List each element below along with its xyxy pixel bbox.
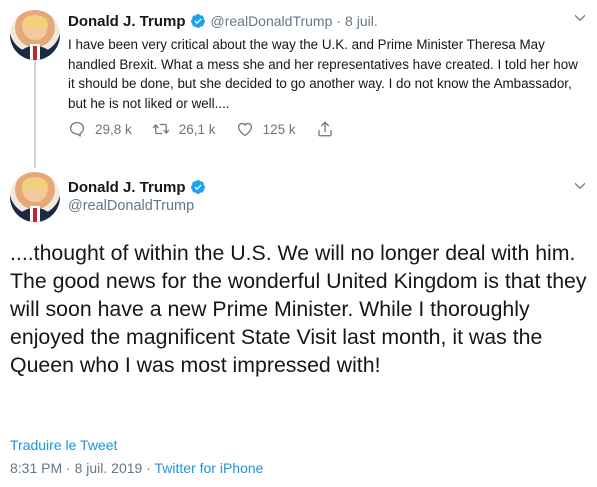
chevron-down-icon[interactable]	[573, 179, 587, 193]
thread-connector-line	[34, 60, 36, 168]
tweet-timestamp[interactable]: 8:31 PM · 8 juil. 2019	[10, 460, 142, 476]
verified-badge-icon	[190, 14, 205, 28]
retweet-count: 26,1 k	[178, 121, 216, 137]
separator-dot: ·	[142, 460, 155, 476]
tweet-header: Donald J. Trump	[68, 177, 211, 197]
retweet-icon	[152, 123, 169, 135]
reply-button[interactable]: 29,8 k	[68, 120, 132, 138]
chevron-down-icon[interactable]	[573, 11, 587, 25]
separator-dot: ·	[336, 13, 342, 29]
share-icon	[317, 121, 332, 137]
verified-badge-icon	[190, 180, 205, 194]
tweet-text: ....thought of within the U.S. We will n…	[10, 241, 587, 377]
author-name[interactable]: Donald J. Trump	[68, 179, 186, 196]
translate-tweet-link[interactable]: Traduire le Tweet	[10, 437, 117, 453]
like-count: 125 k	[262, 121, 296, 137]
tweet-actions: 29,8 k 26,1 k 125 k	[68, 119, 343, 139]
author-handle[interactable]: @realDonaldTrump	[68, 198, 194, 214]
reply-count: 29,8 k	[95, 121, 132, 137]
tweet-parent[interactable]: Donald J. Trump @realDonaldTrump · 8 jui…	[0, 0, 597, 168]
share-button[interactable]	[316, 120, 343, 138]
tweet-source-link[interactable]: Twitter for iPhone	[155, 460, 264, 476]
author-handle[interactable]: @realDonaldTrump	[211, 13, 333, 29]
tweet-metadata: 8:31 PM · 8 juil. 2019 · Twitter for iPh…	[10, 460, 263, 476]
retweet-button[interactable]: 26,1 k	[152, 120, 216, 138]
tweet-date[interactable]: 8 juil.	[345, 13, 378, 29]
avatar[interactable]	[10, 10, 60, 60]
like-button[interactable]: 125 k	[236, 120, 296, 138]
author-name[interactable]: Donald J. Trump	[68, 13, 186, 30]
heart-icon	[237, 122, 252, 137]
reply-icon	[69, 121, 85, 137]
avatar[interactable]	[10, 172, 60, 222]
tweet-text: I have been very critical about the way …	[68, 37, 578, 111]
tweet-header: Donald J. Trump @realDonaldTrump · 8 jui…	[68, 11, 378, 31]
